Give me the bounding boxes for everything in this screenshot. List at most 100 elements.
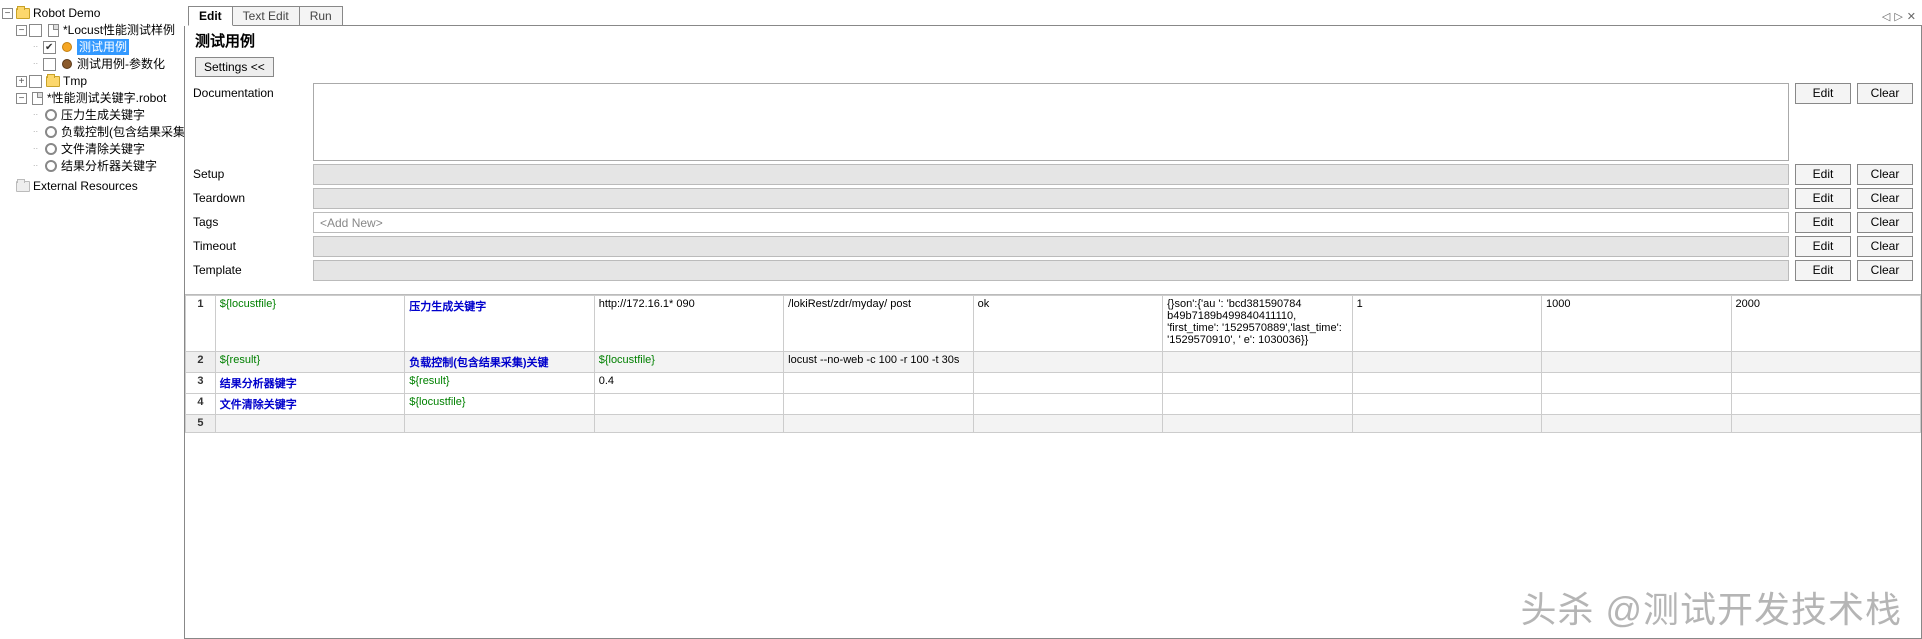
edit-button[interactable]: Edit xyxy=(1795,164,1851,185)
teardown-field[interactable] xyxy=(313,188,1789,209)
tab-prev-icon[interactable]: ◁ xyxy=(1882,10,1890,23)
tab-edit[interactable]: Edit xyxy=(188,6,233,26)
test-checkbox[interactable] xyxy=(43,41,56,54)
grid-cell[interactable]: 负载控制(包含结果采集)关键 xyxy=(405,352,594,373)
keyword-grid[interactable]: 1${locustfile}压力生成关键字http://172.16.1* 09… xyxy=(185,295,1921,433)
grid-cell[interactable]: http://172.16.1* 090 xyxy=(594,296,783,352)
grid-row-number[interactable]: 2 xyxy=(186,352,216,373)
timeout-field[interactable] xyxy=(313,236,1789,257)
project-tree[interactable]: − Robot Demo − *Locust性能测试样例 ·· 测试用例 ·· … xyxy=(0,0,184,639)
grid-cell[interactable] xyxy=(1352,373,1541,394)
edit-button[interactable]: Edit xyxy=(1795,212,1851,233)
tree-collapse-icon[interactable]: − xyxy=(16,25,27,36)
grid-cell[interactable] xyxy=(1163,415,1352,433)
grid-cell[interactable]: 0.4 xyxy=(594,373,783,394)
grid-cell[interactable]: 文件清除关键字 xyxy=(215,394,404,415)
tree-item-label[interactable]: 结果分析器关键字 xyxy=(61,158,157,174)
grid-cell[interactable]: ${result} xyxy=(405,373,594,394)
tags-field[interactable]: <Add New> xyxy=(313,212,1789,233)
clear-button[interactable]: Clear xyxy=(1857,188,1913,209)
grid-cell[interactable]: ${locustfile} xyxy=(215,296,404,352)
edit-button[interactable]: Edit xyxy=(1795,188,1851,209)
edit-button[interactable]: Edit xyxy=(1795,83,1851,104)
grid-cell[interactable]: 2000 xyxy=(1731,296,1920,352)
grid-cell[interactable]: ${locustfile} xyxy=(594,352,783,373)
grid-cell[interactable]: 结果分析器键字 xyxy=(215,373,404,394)
tab-textedit[interactable]: Text Edit xyxy=(232,6,300,26)
grid-cell[interactable] xyxy=(973,373,1162,394)
tree-item-label[interactable]: 文件清除关键字 xyxy=(61,141,145,157)
grid-cell[interactable]: 1 xyxy=(1352,296,1541,352)
grid-cell[interactable] xyxy=(594,415,783,433)
grid-cell[interactable] xyxy=(594,394,783,415)
grid-cell[interactable] xyxy=(1352,352,1541,373)
settings-toggle-button[interactable]: Settings << xyxy=(195,57,274,77)
grid-cell[interactable] xyxy=(784,394,973,415)
grid-cell[interactable] xyxy=(973,352,1162,373)
setup-label: Setup xyxy=(193,164,313,181)
grid-cell[interactable]: ok xyxy=(973,296,1162,352)
tags-label: Tags xyxy=(193,212,313,229)
grid-cell[interactable] xyxy=(1352,415,1541,433)
grid-cell[interactable] xyxy=(1163,373,1352,394)
grid-cell[interactable]: 压力生成关键字 xyxy=(405,296,594,352)
template-field[interactable] xyxy=(313,260,1789,281)
grid-cell[interactable] xyxy=(1731,394,1920,415)
grid-cell[interactable] xyxy=(1352,394,1541,415)
tree-item-label[interactable]: 负载控制(包含结果采集)关 xyxy=(61,124,184,140)
tree-collapse-icon[interactable]: − xyxy=(16,93,27,104)
documentation-field[interactable] xyxy=(313,83,1789,161)
clear-button[interactable]: Clear xyxy=(1857,164,1913,185)
grid-cell[interactable]: 1000 xyxy=(1542,296,1731,352)
tree-expand-icon[interactable]: + xyxy=(16,76,27,87)
grid-cell[interactable] xyxy=(973,394,1162,415)
grid-cell[interactable] xyxy=(973,415,1162,433)
grid-cell[interactable] xyxy=(1542,352,1731,373)
clear-button[interactable]: Clear xyxy=(1857,212,1913,233)
grid-cell[interactable] xyxy=(1542,373,1731,394)
edit-button[interactable]: Edit xyxy=(1795,236,1851,257)
grid-cell[interactable]: ${result} xyxy=(215,352,404,373)
grid-row-number[interactable]: 3 xyxy=(186,373,216,394)
grid-cell[interactable] xyxy=(215,415,404,433)
grid-cell[interactable]: {}son':{'au ': 'bcd381590784 b49b7189b49… xyxy=(1163,296,1352,352)
grid-cell[interactable] xyxy=(1731,415,1920,433)
tab-run[interactable]: Run xyxy=(299,6,343,26)
tree-item-label[interactable]: 压力生成关键字 xyxy=(61,107,145,123)
tree-collapse-icon[interactable]: − xyxy=(2,8,13,19)
grid-cell[interactable] xyxy=(405,415,594,433)
tab-close-icon[interactable]: ✕ xyxy=(1907,10,1916,23)
grid-cell[interactable] xyxy=(784,415,973,433)
clear-button[interactable]: Clear xyxy=(1857,83,1913,104)
grid-row-number[interactable]: 4 xyxy=(186,394,216,415)
tree-item-label[interactable]: 测试用例-参数化 xyxy=(77,56,165,72)
edit-button[interactable]: Edit xyxy=(1795,260,1851,281)
grid-cell[interactable]: /lokiRest/zdr/myday/ post xyxy=(784,296,973,352)
tree-external-label[interactable]: External Resources xyxy=(33,178,138,194)
tree-item-label[interactable]: Tmp xyxy=(63,73,87,89)
tree-item-label[interactable]: 测试用例 xyxy=(77,39,129,55)
tree-item-label[interactable]: *性能测试关键字.robot xyxy=(47,90,166,106)
tab-next-icon[interactable]: ▷ xyxy=(1894,10,1902,23)
setup-field[interactable] xyxy=(313,164,1789,185)
grid-cell[interactable] xyxy=(1163,352,1352,373)
tree-item-label[interactable]: *Locust性能测试样例 xyxy=(63,22,175,38)
grid-cell[interactable] xyxy=(1542,415,1731,433)
template-label: Template xyxy=(193,260,313,277)
grid-cell[interactable] xyxy=(1163,394,1352,415)
tree-root-label[interactable]: Robot Demo xyxy=(33,5,100,21)
grid-cell[interactable]: ${locustfile} xyxy=(405,394,594,415)
test-checkbox[interactable] xyxy=(29,75,42,88)
test-checkbox[interactable] xyxy=(29,24,42,37)
grid-row-number[interactable]: 1 xyxy=(186,296,216,352)
grid-row-number[interactable]: 5 xyxy=(186,415,216,433)
folder-icon xyxy=(15,6,31,20)
clear-button[interactable]: Clear xyxy=(1857,236,1913,257)
grid-cell[interactable]: locust --no-web -c 100 -r 100 -t 30s xyxy=(784,352,973,373)
grid-cell[interactable] xyxy=(1731,352,1920,373)
clear-button[interactable]: Clear xyxy=(1857,260,1913,281)
grid-cell[interactable] xyxy=(1542,394,1731,415)
test-checkbox[interactable] xyxy=(43,58,56,71)
grid-cell[interactable] xyxy=(1731,373,1920,394)
grid-cell[interactable] xyxy=(784,373,973,394)
